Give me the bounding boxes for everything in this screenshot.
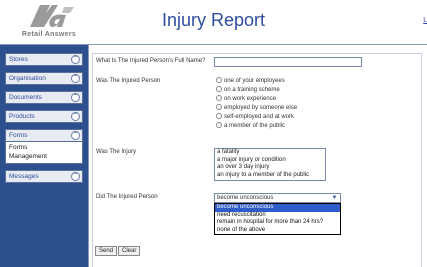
radio-button[interactable] [216, 86, 222, 93]
radio-button[interactable] [216, 113, 222, 120]
radio-option-employee[interactable]: one of your employees [216, 77, 285, 85]
collapse-toggle-icon[interactable]: ⌃ [71, 131, 80, 140]
did-person-dropdown: become unconscious need recuscitation re… [214, 203, 341, 235]
full-name-label: What Is The Injured Person's Full Name? [96, 58, 206, 64]
sidebar-submenu-forms: Forms Management [5, 142, 83, 164]
radio-option-training[interactable]: on a training scheme [216, 86, 280, 94]
collapse-toggle-icon[interactable]: ⌃ [71, 172, 80, 181]
dropdown-option[interactable]: none of the above [215, 227, 340, 235]
sidebar-item-documents[interactable]: Documents ⌃ [5, 91, 83, 104]
sidebar-item-label: Forms [9, 132, 28, 139]
was-person-label: Was The Injured Person [96, 78, 161, 84]
radio-label: employed by someone else [224, 105, 298, 111]
header: Retail Answers Injury Report Lo [0, 0, 427, 44]
sidebar-item-label: Organisation [9, 75, 46, 82]
main-content: What Is The Injured Person's Full Name? … [88, 45, 427, 267]
dropdown-option[interactable]: need recuscitation [215, 212, 340, 220]
sidebar-item-label: Messages [9, 173, 39, 180]
dropdown-option-selected[interactable]: become unconscious [215, 204, 340, 212]
chevron-down-icon[interactable]: ▼ [330, 194, 339, 202]
sidebar-subitem-forms[interactable]: Forms [8, 143, 82, 152]
did-person-label: Did The Injured Person [96, 194, 158, 200]
collapse-toggle-icon[interactable]: ⌃ [71, 93, 80, 102]
sidebar-item-forms[interactable]: Forms ⌃ [5, 129, 83, 142]
sidebar-subitem-management[interactable]: Management [8, 152, 82, 161]
logo-text: Retail Answers [21, 31, 77, 38]
injury-label: Was The Injury [96, 149, 137, 155]
sidebar-item-stores[interactable]: Stores ⌃ [5, 53, 83, 66]
list-item[interactable]: a major injury or condition [215, 157, 325, 165]
radio-label: one of your employees [224, 78, 285, 84]
did-person-select[interactable]: become unconscious ▼ [214, 193, 341, 203]
clear-button[interactable]: Clear [118, 246, 141, 256]
radio-label: on work experience [224, 96, 277, 102]
list-item[interactable]: an over 3 day injury [215, 164, 325, 172]
radio-option-public[interactable]: a member of the public [216, 122, 285, 130]
page-title: Injury Report [161, 10, 266, 30]
radio-button[interactable] [216, 122, 222, 129]
injury-form: What Is The Injured Person's Full Name? … [92, 53, 422, 267]
sidebar-item-label: Stores [9, 56, 28, 63]
sidebar-item-label: Documents [9, 94, 42, 101]
full-name-input[interactable] [214, 57, 362, 67]
radio-label: self-employed and at work [224, 114, 295, 120]
sidebar-item-products[interactable]: Products ⌃ [5, 110, 83, 123]
radio-option-work-experience[interactable]: on work experience [216, 95, 276, 103]
list-item[interactable]: an injury to a member of the public [215, 172, 325, 180]
collapse-toggle-icon[interactable]: ⌃ [71, 74, 80, 83]
logout-link[interactable]: Lo [423, 17, 427, 24]
radio-button[interactable] [216, 77, 222, 84]
radio-button[interactable] [216, 104, 222, 111]
list-item[interactable]: a fatality [215, 149, 325, 157]
radio-button[interactable] [216, 95, 222, 102]
sidebar-item-label: Products [9, 113, 35, 120]
sidebar-item-organisation[interactable]: Organisation ⌃ [5, 72, 83, 85]
sidebar-item-messages[interactable]: Messages ⌃ [5, 170, 83, 183]
injury-listbox[interactable]: a fatality a major injury or condition a… [214, 148, 326, 181]
radio-label: a member of the public [224, 123, 286, 129]
collapse-toggle-icon[interactable]: ⌃ [71, 112, 80, 121]
send-button[interactable]: Send [95, 246, 118, 256]
collapse-toggle-icon[interactable]: ⌃ [71, 55, 80, 64]
radio-option-self-employed[interactable]: self-employed and at work [216, 113, 294, 121]
sidebar: Stores ⌃ Organisation ⌃ Documents ⌃ Prod… [0, 45, 88, 267]
radio-label: on a training scheme [224, 87, 280, 93]
radio-option-employed-elsewhere[interactable]: employed by someone else [216, 104, 297, 112]
dropdown-option[interactable]: remain in hospital for more than 24 hrs? [215, 219, 340, 227]
select-value: become unconscious [217, 195, 274, 201]
